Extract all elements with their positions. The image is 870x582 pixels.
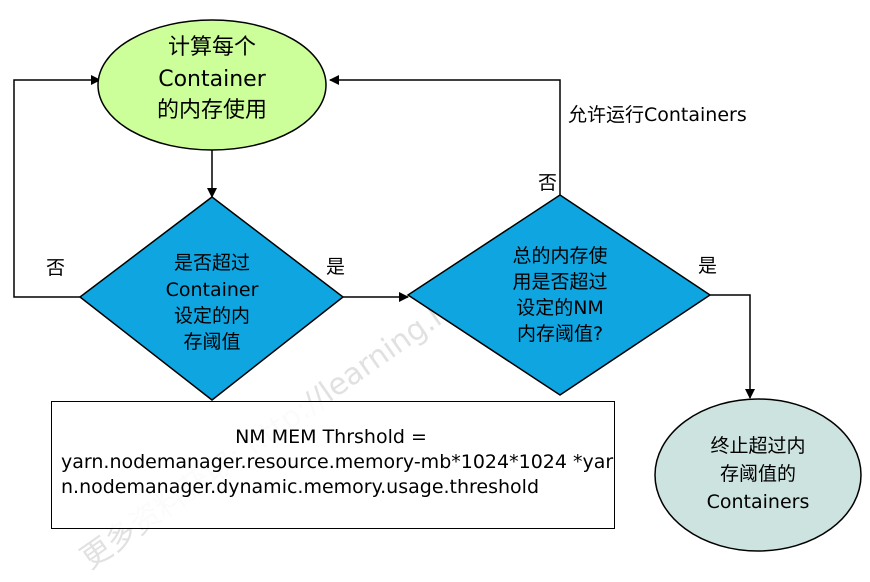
check-container-line-1: 是否超过: [174, 252, 250, 274]
check-total-line-2: 用是否超过: [512, 271, 607, 293]
label-yes-right: 是: [698, 255, 717, 277]
node-terminate: 终止超过内 存阈值的 Containers: [654, 398, 862, 552]
start-line-1: 计算每个: [168, 35, 256, 60]
check-container-line-3: 设定的内: [174, 305, 250, 327]
terminate-line-3: Containers: [707, 491, 810, 513]
node-check-total: 总的内存使 用是否超过 设定的NM 内存阈值?: [406, 194, 712, 396]
edge-no-loop-right: [329, 75, 561, 195]
label-no-right: 否: [538, 172, 557, 194]
label-yes-middle: 是: [326, 256, 345, 278]
check-total-line-1: 总的内存使: [512, 245, 607, 267]
edge-yes-to-terminate: [710, 294, 755, 399]
check-total-line-4: 内存阈值?: [517, 323, 603, 345]
label-no-left: 否: [46, 257, 65, 279]
check-total-line-3: 设定的NM: [516, 297, 604, 319]
node-check-container: 是否超过 Container 设定的内 存阈值: [78, 196, 345, 401]
threshold-note-title: NM MEM Thrshold =: [235, 426, 427, 448]
label-allow-containers: 允许运行Containers: [568, 104, 747, 126]
check-container-line-4: 存阈值: [183, 331, 240, 353]
check-container-line-2: Container: [166, 279, 259, 301]
threshold-note-body: yarn.nodemanager.resource.memory-mb*1024…: [61, 451, 614, 498]
terminate-line-1: 终止超过内: [710, 435, 805, 457]
start-line-2: Container: [158, 67, 266, 92]
node-start: 计算每个 Container 的内存使用: [97, 19, 327, 151]
terminate-line-2: 存阈值的: [720, 463, 796, 485]
start-line-3: 的内存使用: [157, 98, 267, 123]
threshold-note-text: NM MEM Thrshold = yarn.nodemanager.resou…: [61, 425, 621, 500]
check-total-diamond: [406, 194, 712, 396]
